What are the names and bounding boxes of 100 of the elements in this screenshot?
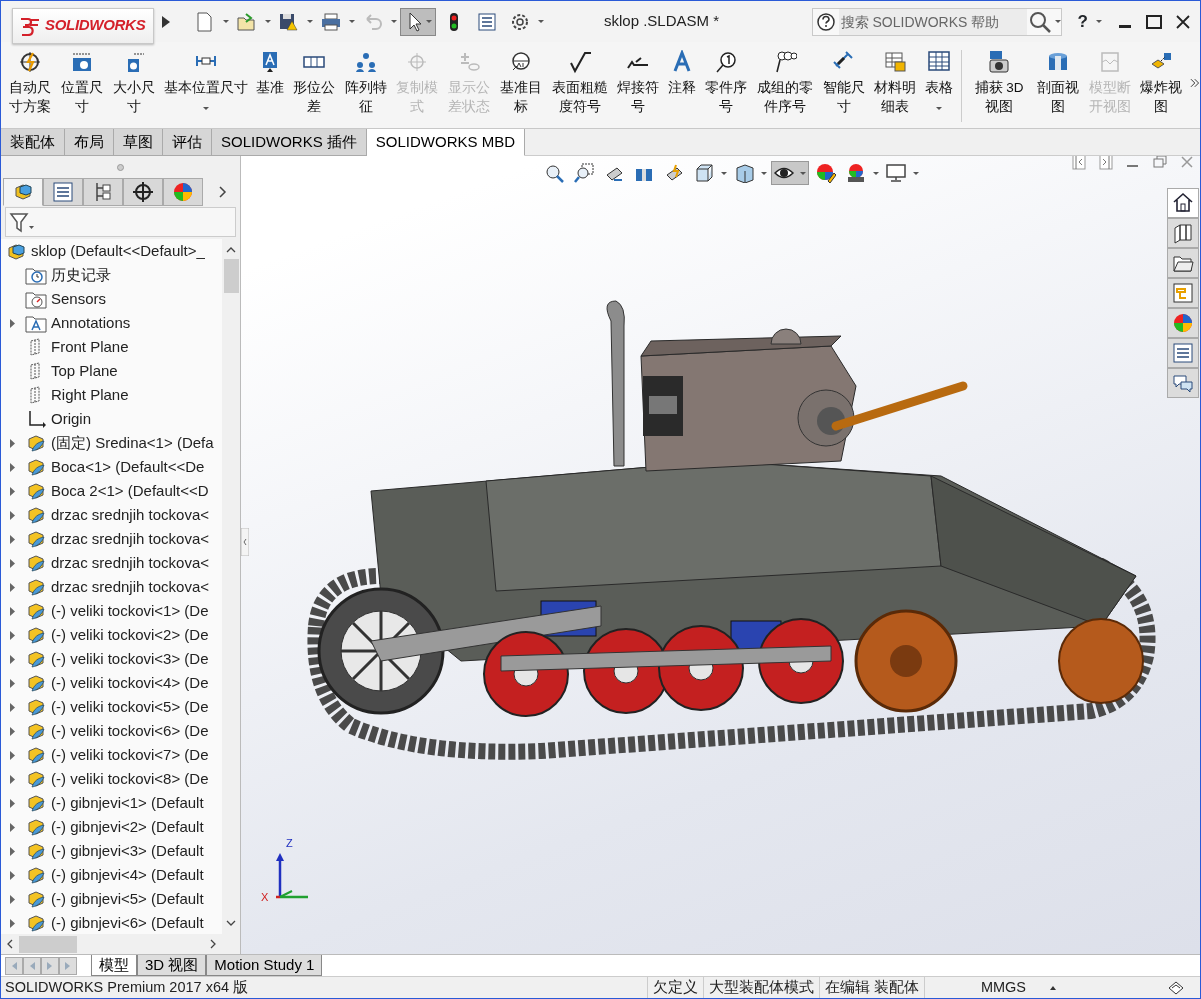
scroll-up-icon[interactable]: [226, 247, 236, 253]
ribbon-button[interactable]: 爆炸视图: [1138, 50, 1185, 116]
view-tab[interactable]: Motion Study 1: [206, 955, 323, 976]
tree-item[interactable]: (-) gibnjevi<4> (Default: [51, 863, 204, 887]
printer-icon[interactable]: [320, 10, 342, 33]
tree-item[interactable]: (-) veliki tockovi<8> (De: [51, 767, 209, 791]
tree-item[interactable]: (-) gibnjevi<6> (Default: [51, 911, 204, 934]
color-pencil-icon[interactable]: [816, 163, 836, 183]
tree-item[interactable]: (-) veliki tockovi<1> (De: [51, 599, 209, 623]
command-tab[interactable]: SOLIDWORKS MBD: [366, 129, 526, 156]
ribbon-button[interactable]: 材料明细表: [872, 50, 919, 116]
ribbon-button[interactable]: 阵列特征: [342, 50, 389, 116]
tree-item[interactable]: (-) veliki tockovi<6> (De: [51, 719, 209, 743]
ribbon-button[interactable]: 基本位置尺寸: [162, 50, 249, 114]
tree-item[interactable]: (-) gibnjevi<1> (Default: [51, 791, 204, 815]
expand-arrow-icon[interactable]: [9, 822, 15, 832]
expand-arrow-icon[interactable]: [9, 510, 15, 520]
scroll-right-icon[interactable]: [210, 939, 216, 949]
tree-item[interactable]: Right Plane: [51, 383, 129, 407]
expand-arrow-icon[interactable]: [9, 534, 15, 544]
units-selector[interactable]: MMGS: [923, 976, 1050, 999]
command-tab[interactable]: SOLIDWORKS 插件: [212, 129, 367, 156]
ribbon-button[interactable]: 零件序号: [703, 50, 750, 116]
tree-item[interactable]: (-) gibnjevi<3> (Default: [51, 839, 204, 863]
scene-ball-icon[interactable]: [846, 163, 866, 183]
expand-arrow-icon[interactable]: [9, 870, 15, 880]
command-tab[interactable]: 评估: [163, 129, 212, 156]
caret-icon[interactable]: [1096, 20, 1102, 23]
tree-item[interactable]: Front Plane: [51, 335, 129, 359]
expand-arrow-icon[interactable]: [9, 654, 15, 664]
command-tab[interactable]: 布局: [65, 129, 114, 156]
tree-root-label[interactable]: sklop (Default<<Default>_: [31, 239, 205, 263]
open-folder-icon[interactable]: [236, 10, 258, 33]
maximize-icon[interactable]: [1146, 13, 1162, 30]
view-tab[interactable]: 模型: [91, 955, 137, 976]
expand-arrow-icon[interactable]: [9, 894, 15, 904]
expand-arrow-icon[interactable]: [162, 15, 170, 28]
tree-item[interactable]: Sensors: [51, 287, 107, 311]
tree-item[interactable]: (-) gibnjevi<2> (Default: [51, 815, 204, 839]
caret-icon[interactable]: [761, 171, 767, 175]
list-panel-icon[interactable]: [476, 10, 498, 33]
tree-item[interactable]: drzac srednjih tockova<: [51, 503, 209, 527]
caret-icon[interactable]: [721, 171, 727, 175]
ribbon-button[interactable]: 自动尺寸方案: [7, 50, 53, 116]
zoom-area-icon[interactable]: [574, 163, 594, 183]
tree-item[interactable]: drzac srednjih tockova<: [51, 527, 209, 551]
panel-tab[interactable]: [83, 178, 123, 206]
caret-up-icon[interactable]: [1050, 985, 1056, 990]
expand-arrow-icon[interactable]: [9, 678, 15, 688]
filter-field[interactable]: [5, 207, 236, 237]
hide-show-button[interactable]: [771, 161, 809, 185]
chevron-right-icon[interactable]: [219, 186, 227, 198]
caret-icon[interactable]: [265, 20, 271, 23]
ribbon-button[interactable]: 捕获 3D视图: [969, 50, 1029, 116]
ribbon-button[interactable]: 基准目标: [498, 50, 545, 116]
zoom-fit-icon[interactable]: [544, 163, 564, 183]
tile-left-icon[interactable]: [1072, 156, 1086, 170]
scroll-left-icon[interactable]: [7, 939, 13, 949]
expand-arrow-icon[interactable]: [9, 726, 15, 736]
ribbon-button[interactable]: 智能尺寸: [820, 50, 867, 116]
task-pane-tab[interactable]: [1167, 218, 1199, 248]
caret-icon[interactable]: [538, 20, 544, 23]
tree-item[interactable]: Boca 2<1> (Default<<D: [51, 479, 209, 503]
scrollbar-thumb[interactable]: [19, 935, 77, 953]
restore-icon[interactable]: [1153, 156, 1167, 170]
ribbon-button[interactable]: 注释: [667, 50, 698, 97]
ribbon-button[interactable]: 位置尺寸: [58, 50, 105, 116]
panel-tab[interactable]: [123, 178, 163, 206]
expand-arrow-icon[interactable]: [9, 558, 15, 568]
task-pane-tab[interactable]: [1167, 188, 1199, 218]
more-chevron-icon[interactable]: [1190, 78, 1200, 88]
tree-item[interactable]: (-) veliki tockovi<4> (De: [51, 671, 209, 695]
search-field[interactable]: 搜索 SOLIDWORKS 帮助: [811, 7, 1062, 36]
view-tab[interactable]: 3D 视图: [137, 955, 207, 976]
expand-arrow-icon[interactable]: [9, 462, 15, 472]
expand-arrow-icon[interactable]: [9, 918, 15, 928]
expand-arrow-icon[interactable]: [9, 582, 15, 592]
ribbon-button[interactable]: 大小尺寸: [110, 50, 157, 116]
tree-item[interactable]: (-) gibnjevi<5> (Default: [51, 887, 204, 911]
command-tab[interactable]: 草图: [114, 129, 163, 156]
ribbon-button[interactable]: 形位公差: [290, 50, 337, 116]
ribbon-button[interactable]: 表格: [924, 50, 955, 114]
caret-icon[interactable]: [349, 20, 355, 23]
tree-item[interactable]: 历史记录: [51, 263, 111, 287]
scrollbar-thumb[interactable]: [223, 259, 239, 293]
tree-item[interactable]: Annotations: [51, 311, 131, 335]
caret-icon[interactable]: [307, 20, 313, 23]
expand-arrow-icon[interactable]: [9, 630, 15, 640]
ribbon-button[interactable]: 基准: [254, 50, 285, 97]
caret-icon[interactable]: [223, 20, 229, 23]
tree-item[interactable]: (-) veliki tockovi<5> (De: [51, 695, 209, 719]
view-cube-icon[interactable]: [694, 163, 714, 183]
tree-item[interactable]: (固定) Sredina<1> (Defa: [51, 431, 214, 455]
tree-item[interactable]: (-) veliki tockovi<2> (De: [51, 623, 209, 647]
expand-arrow-icon[interactable]: [9, 486, 15, 496]
caret-icon[interactable]: [391, 20, 397, 23]
expand-arrow-icon[interactable]: [9, 318, 15, 328]
caret-icon[interactable]: [913, 171, 919, 175]
command-tab[interactable]: 装配体: [1, 129, 65, 156]
select-button[interactable]: [400, 7, 436, 36]
